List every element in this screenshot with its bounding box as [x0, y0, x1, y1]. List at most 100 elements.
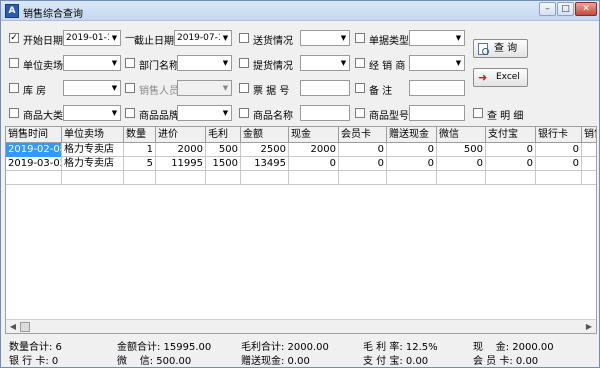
brand-checkbox[interactable]: [125, 108, 135, 118]
table-cell[interactable]: [156, 171, 206, 185]
scroll-right-icon[interactable]: ▶: [582, 321, 596, 333]
results-grid[interactable]: 销售时间单位卖场数量进价毛利金额现金会员卡赠送现金微信支付宝银行卡销售 2019…: [5, 126, 597, 334]
table-cell[interactable]: 1: [124, 143, 156, 157]
ticket-checkbox[interactable]: [239, 83, 249, 93]
doc-type-checkbox[interactable]: [355, 33, 365, 43]
table-cell[interactable]: [437, 171, 486, 185]
table-cell[interactable]: 2019-03-02: [6, 157, 62, 171]
close-button[interactable]: ✕: [575, 2, 597, 16]
table-cell[interactable]: [6, 171, 62, 185]
table-row[interactable]: 2019-02-08 格力专卖店 1 2000 500 2500 2000 0 0 500 0 0: [6, 143, 596, 157]
table-cell[interactable]: [582, 157, 596, 171]
column-header[interactable]: 销售: [582, 127, 596, 143]
dept-select[interactable]: ▼: [177, 55, 232, 71]
table-cell[interactable]: 500: [437, 143, 486, 157]
column-header[interactable]: 赠送现金: [387, 127, 437, 143]
table-cell[interactable]: [387, 171, 437, 185]
profit-rate: 毛 利 率: 12.5%: [363, 342, 438, 353]
start-date-checkbox[interactable]: ✓: [9, 33, 19, 43]
table-cell[interactable]: 0: [339, 143, 387, 157]
unit-select[interactable]: ▼: [63, 55, 121, 71]
category-checkbox[interactable]: [9, 108, 19, 118]
model-checkbox[interactable]: [355, 108, 365, 118]
table-cell[interactable]: 5: [124, 157, 156, 171]
table-cell[interactable]: 0: [289, 157, 339, 171]
column-header[interactable]: 金额: [241, 127, 289, 143]
scroll-thumb[interactable]: [20, 322, 30, 332]
end-date-picker[interactable]: 2019-07-19 ▼: [174, 30, 232, 46]
pickup-select[interactable]: ▼: [300, 55, 350, 71]
pickup-checkbox[interactable]: [239, 58, 249, 68]
table-cell[interactable]: 0: [536, 143, 582, 157]
ticket-input[interactable]: [300, 80, 350, 96]
scroll-left-icon[interactable]: ◀: [6, 321, 20, 333]
detail-checkbox[interactable]: [473, 108, 483, 118]
table-cell[interactable]: [582, 143, 596, 157]
horizontal-scrollbar[interactable]: ◀ ▶: [6, 319, 596, 333]
table-cell[interactable]: [241, 171, 289, 185]
minimize-button[interactable]: –: [539, 2, 556, 16]
column-header[interactable]: 毛利: [206, 127, 241, 143]
maximize-button[interactable]: □: [557, 2, 574, 16]
table-cell[interactable]: 11995: [156, 157, 206, 171]
delivery-select[interactable]: ▼: [300, 30, 350, 46]
remark-input[interactable]: [409, 80, 465, 96]
table-row[interactable]: [6, 171, 596, 185]
column-header[interactable]: 数量: [124, 127, 156, 143]
product-input[interactable]: [300, 105, 350, 121]
table-cell[interactable]: [206, 171, 241, 185]
unit-checkbox[interactable]: [9, 58, 19, 68]
table-cell[interactable]: [289, 171, 339, 185]
status-bar: 数量合计: 6 金额合计: 15995.00 毛利合计: 2000.00 毛 利…: [1, 336, 599, 368]
brand-select[interactable]: ▼: [177, 105, 232, 121]
delivery-checkbox[interactable]: [239, 33, 249, 43]
doc-type-select[interactable]: ▼: [409, 30, 465, 46]
table-cell[interactable]: [339, 171, 387, 185]
dept-checkbox[interactable]: [125, 58, 135, 68]
table-cell[interactable]: 2500: [241, 143, 289, 157]
model-input[interactable]: [409, 105, 465, 121]
warehouse-checkbox[interactable]: [9, 83, 19, 93]
table-cell[interactable]: 格力专卖店: [62, 157, 124, 171]
table-cell[interactable]: 1500: [206, 157, 241, 171]
query-button-label: 查 询: [494, 43, 518, 54]
remark-checkbox[interactable]: [355, 83, 365, 93]
table-cell[interactable]: 0: [387, 157, 437, 171]
column-header[interactable]: 进价: [156, 127, 206, 143]
table-cell[interactable]: [62, 171, 124, 185]
table-cell[interactable]: 0: [536, 157, 582, 171]
table-cell[interactable]: 0: [486, 157, 536, 171]
column-header[interactable]: 会员卡: [339, 127, 387, 143]
table-cell[interactable]: 0: [339, 157, 387, 171]
column-header[interactable]: 微信: [437, 127, 486, 143]
dealer-checkbox[interactable]: [355, 58, 365, 68]
start-date-picker[interactable]: 2019-01-12 ▼: [63, 30, 121, 46]
table-cell[interactable]: 13495: [241, 157, 289, 171]
column-header[interactable]: 现金: [289, 127, 339, 143]
column-header[interactable]: 银行卡: [536, 127, 582, 143]
table-cell[interactable]: [124, 171, 156, 185]
table-cell[interactable]: 2019-02-08: [6, 143, 62, 157]
table-cell[interactable]: 0: [387, 143, 437, 157]
table-cell[interactable]: [582, 171, 596, 185]
dealer-select[interactable]: ▼: [409, 55, 465, 71]
salesperson-select[interactable]: ▼: [177, 80, 232, 96]
table-cell[interactable]: 500: [206, 143, 241, 157]
column-header[interactable]: 支付宝: [486, 127, 536, 143]
table-cell[interactable]: 2000: [289, 143, 339, 157]
table-cell[interactable]: [536, 171, 582, 185]
table-cell[interactable]: 格力专卖店: [62, 143, 124, 157]
excel-export-button[interactable]: ➜ Excel: [473, 68, 528, 87]
warehouse-select[interactable]: ▼: [63, 80, 121, 96]
product-checkbox[interactable]: [239, 108, 249, 118]
salesperson-checkbox[interactable]: [125, 83, 135, 93]
table-cell[interactable]: 0: [486, 143, 536, 157]
column-header[interactable]: 单位卖场: [62, 127, 124, 143]
query-button[interactable]: 查 询: [473, 39, 528, 58]
table-cell[interactable]: 0: [437, 157, 486, 171]
category-select[interactable]: ▼: [63, 105, 121, 121]
table-cell[interactable]: 2000: [156, 143, 206, 157]
table-cell[interactable]: [486, 171, 536, 185]
column-header[interactable]: 销售时间: [6, 127, 62, 143]
table-row[interactable]: 2019-03-02 格力专卖店 5 11995 1500 13495 0 0 0 0 0 0: [6, 157, 596, 171]
